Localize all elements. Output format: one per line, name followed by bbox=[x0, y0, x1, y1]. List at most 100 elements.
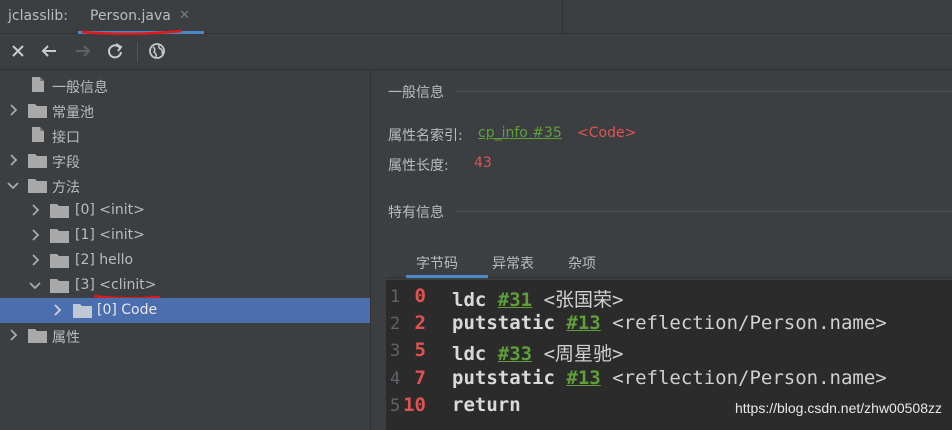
panel-divider[interactable] bbox=[370, 70, 371, 430]
constant-ref-link[interactable]: #13 bbox=[566, 367, 600, 389]
chevron-right-icon[interactable] bbox=[28, 228, 42, 242]
subtab-bar: 字节码 异常表 杂项 bbox=[386, 246, 952, 278]
instruction: ldc #31 <张国荣> bbox=[452, 285, 623, 312]
opcode: return bbox=[452, 394, 521, 416]
chevron-right-icon[interactable] bbox=[6, 328, 20, 342]
tab-title: Person.java bbox=[90, 8, 171, 24]
tree-node-label: [3] <clinit> bbox=[75, 277, 157, 293]
folder-icon bbox=[50, 279, 69, 293]
tab-bytecode[interactable]: 字节码 bbox=[416, 253, 458, 273]
tree-node-label: 方法 bbox=[52, 180, 80, 196]
forward-arrow-icon[interactable] bbox=[72, 40, 94, 62]
cp-info-link[interactable]: cp_info #35 bbox=[478, 125, 562, 141]
code-line: 3 5 ldc #33 <周星驰> bbox=[386, 338, 952, 365]
tree-node-label: [0] <init> bbox=[75, 202, 145, 218]
constant-comment: <reflection/Person.name> bbox=[612, 312, 887, 334]
tab-bar: jclasslib: Person.java ✕ bbox=[0, 0, 952, 36]
tree-node-label: [1] <init> bbox=[75, 227, 145, 243]
tree-node-attributes[interactable]: 属性 bbox=[0, 323, 370, 348]
chevron-right-icon[interactable] bbox=[6, 103, 20, 117]
tree-node-constant-pool[interactable]: 常量池 bbox=[0, 98, 370, 123]
tree-node-label: 属性 bbox=[52, 330, 80, 346]
file-icon bbox=[32, 77, 44, 92]
instruction: ldc #33 <周星驰> bbox=[452, 339, 623, 366]
opcode: ldc bbox=[452, 343, 487, 365]
bytecode-offset: 0 bbox=[414, 285, 426, 307]
tree-node-label: 常量池 bbox=[52, 105, 94, 121]
folder-icon bbox=[73, 304, 92, 318]
close-icon[interactable] bbox=[7, 40, 29, 62]
chevron-right-icon[interactable] bbox=[28, 203, 42, 217]
tree-node-method-1[interactable]: [1] <init> bbox=[0, 223, 370, 248]
folder-icon bbox=[28, 104, 47, 118]
bytecode-offset: 7 bbox=[414, 367, 426, 389]
back-arrow-icon[interactable] bbox=[38, 40, 60, 62]
length-label: 属性长度: bbox=[388, 158, 449, 174]
chevron-down-icon[interactable] bbox=[6, 178, 20, 192]
chevron-right-icon[interactable] bbox=[50, 303, 64, 317]
file-icon bbox=[32, 127, 44, 142]
chevron-right-icon[interactable] bbox=[6, 153, 20, 167]
constant-comment: <周星驰> bbox=[543, 343, 624, 365]
instruction: putstatic #13 <reflection/Person.name> bbox=[452, 312, 887, 334]
specific-info-header: 特有信息 bbox=[388, 205, 444, 221]
tree-node-label: 接口 bbox=[52, 130, 80, 146]
tree-node-label: 字段 bbox=[52, 155, 80, 171]
toolbar-separator bbox=[137, 42, 138, 62]
tree-node-methods[interactable]: 方法 bbox=[0, 173, 370, 198]
tree-node-general-info[interactable]: 一般信息 bbox=[0, 73, 370, 98]
tree-node-method-3[interactable]: [3] <clinit> bbox=[0, 273, 370, 298]
opcode: ldc bbox=[452, 289, 487, 311]
constant-ref-link[interactable]: #13 bbox=[566, 312, 600, 334]
app-label: jclasslib: bbox=[8, 8, 69, 24]
code-line: 4 7 putstatic #13 <reflection/Person.nam… bbox=[386, 366, 952, 393]
folder-icon bbox=[28, 179, 47, 193]
instruction: return bbox=[452, 394, 521, 416]
line-number: 4 bbox=[390, 369, 401, 389]
folder-icon bbox=[50, 229, 69, 243]
tab-separator bbox=[562, 0, 563, 34]
line-number: 1 bbox=[390, 287, 401, 307]
constant-comment: <张国荣> bbox=[543, 289, 624, 311]
globe-icon[interactable] bbox=[146, 40, 168, 62]
tree-node-interfaces[interactable]: 接口 bbox=[0, 123, 370, 148]
chevron-down-icon[interactable] bbox=[28, 278, 42, 292]
bytecode-offset: 2 bbox=[414, 312, 426, 334]
tree-node-label: [0] Code bbox=[97, 302, 158, 318]
watermark: https://blog.csdn.net/zhw00508zz bbox=[734, 400, 942, 416]
bytecode-offset: 10 bbox=[403, 394, 426, 416]
chevron-right-icon[interactable] bbox=[28, 253, 42, 267]
refresh-icon[interactable] bbox=[104, 40, 126, 62]
tree-node-fields[interactable]: 字段 bbox=[0, 148, 370, 173]
active-subtab-indicator bbox=[406, 275, 488, 278]
line-number: 2 bbox=[390, 314, 401, 334]
folder-icon bbox=[28, 154, 47, 168]
tree-node-method-2[interactable]: [2] hello bbox=[0, 248, 370, 273]
section-divider bbox=[456, 91, 952, 92]
folder-icon bbox=[50, 204, 69, 218]
folder-icon bbox=[28, 329, 47, 343]
constant-ref-link[interactable]: #31 bbox=[498, 289, 532, 311]
opcode: putstatic bbox=[452, 367, 555, 389]
line-number: 3 bbox=[390, 341, 401, 361]
name-index-value: <Code> bbox=[577, 125, 637, 141]
tree-node-method-0[interactable]: [0] <init> bbox=[0, 198, 370, 223]
constant-comment: <reflection/Person.name> bbox=[612, 367, 887, 389]
folder-icon bbox=[50, 254, 69, 268]
constant-ref-link[interactable]: #33 bbox=[498, 343, 532, 365]
class-structure-tree: 一般信息 常量池 接口 字段 方法 [0] <init> [1] <init> … bbox=[0, 70, 370, 430]
length-value: 43 bbox=[474, 155, 492, 171]
tree-node-label: [2] hello bbox=[75, 252, 134, 268]
tree-node-code[interactable]: [0] Code bbox=[0, 298, 370, 323]
general-info-header: 一般信息 bbox=[388, 85, 444, 101]
tab-misc[interactable]: 杂项 bbox=[568, 253, 596, 273]
tab-exception-table[interactable]: 异常表 bbox=[492, 253, 534, 273]
toolbar bbox=[0, 34, 952, 70]
name-index-label: 属性名索引: bbox=[388, 128, 463, 144]
tab-close-icon[interactable]: ✕ bbox=[179, 8, 190, 23]
tree-node-label: 一般信息 bbox=[52, 80, 108, 96]
code-line: 2 2 putstatic #13 <reflection/Person.nam… bbox=[386, 311, 952, 338]
code-line: 1 0 ldc #31 <张国荣> bbox=[386, 284, 952, 311]
opcode: putstatic bbox=[452, 312, 555, 334]
line-number: 5 bbox=[390, 396, 401, 416]
